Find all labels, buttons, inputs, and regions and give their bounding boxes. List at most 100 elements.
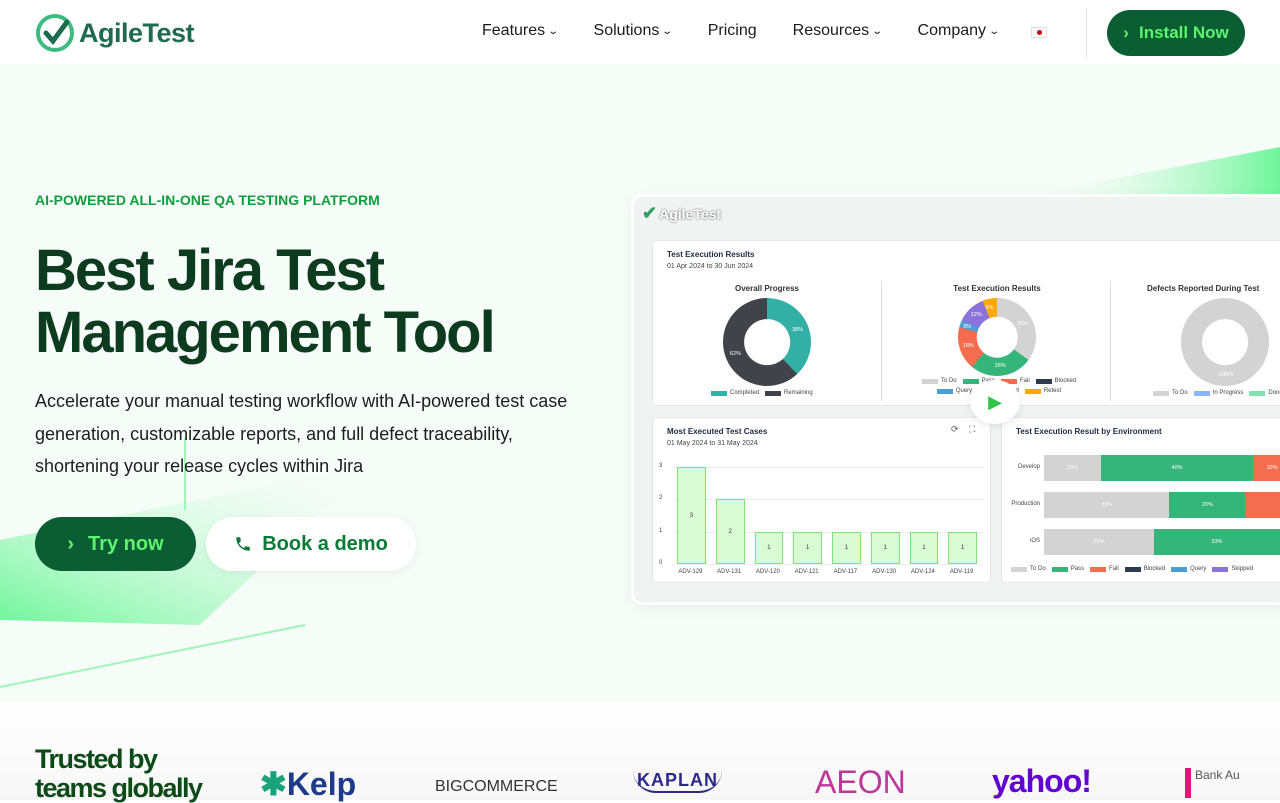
bar-value: 1: [806, 545, 809, 551]
bar-segment: 40%: [1101, 455, 1253, 481]
legend-swatch: [1036, 379, 1052, 384]
legend-swatch: [1011, 567, 1027, 572]
bar-segment: 33%: [1044, 492, 1169, 518]
stacked-bar: 29%33%17%4%: [1044, 529, 1280, 555]
bar: 1: [755, 532, 784, 564]
install-now-button[interactable]: ›Install Now: [1107, 10, 1245, 56]
legend-swatch: [1171, 567, 1187, 572]
bar-segment: 15%: [1044, 455, 1101, 481]
dashboard-logo: ✔ AgileTest: [642, 203, 721, 224]
kelp-logo: ✱Kelp: [260, 765, 356, 803]
y-tick: 1: [659, 528, 662, 534]
legend-label: To Do: [941, 378, 957, 384]
legend-item: In Progress: [1194, 390, 1244, 396]
legend-swatch: [1194, 391, 1210, 396]
legend-item: To Do: [1153, 390, 1188, 396]
bar-value: 1: [922, 545, 925, 551]
panel-date: 01 May 2024 to 31 May 2024: [667, 440, 758, 447]
dashboard-logo-text: AgileTest: [659, 206, 721, 222]
japan-flag-icon[interactable]: [1031, 27, 1047, 38]
nav-item-resources[interactable]: Resources⌄: [793, 22, 882, 40]
legend-label: Blocked: [1144, 566, 1165, 572]
legend-label: Query: [1190, 566, 1206, 572]
panel-title: Test Execution Results: [667, 250, 754, 259]
bar-value: 1: [767, 545, 770, 551]
legend-label: To Do: [1030, 566, 1046, 572]
legend-label: In Progress: [1213, 390, 1244, 396]
nav-label: Solutions: [594, 22, 660, 40]
slice-label: 26%: [995, 363, 1006, 369]
try-now-button[interactable]: › Try now: [35, 517, 196, 571]
x-tick: ADV-119: [942, 569, 982, 575]
main-nav: Features⌄Solutions⌄PricingResources⌄Comp…: [482, 22, 1034, 40]
y-tick: 0: [659, 560, 662, 566]
legend-label: Completed: [730, 390, 759, 396]
trusted-line: teams globally: [35, 774, 202, 803]
legend-item: Remaining: [765, 390, 813, 396]
defects-legend: To DoIn ProgressDone: [1153, 390, 1280, 396]
panel-title: Test Execution Result by Environment: [1016, 427, 1162, 436]
legend-swatch: [1153, 391, 1169, 396]
legend-item: Blocked: [1036, 378, 1076, 384]
bar-value: 2: [728, 529, 731, 535]
donut-title: Test Execution Results: [927, 284, 1067, 293]
bar: 1: [793, 532, 822, 564]
install-label: Install Now: [1139, 23, 1229, 43]
legend-label: Query: [956, 388, 972, 394]
try-label: Try now: [88, 533, 164, 556]
legend-item: To Do: [1011, 566, 1046, 572]
legend-item: To Do: [922, 378, 957, 384]
slice-label: 38%: [792, 327, 803, 333]
legend-swatch: [1052, 567, 1068, 572]
nav-label: Company: [918, 22, 986, 40]
by-environment-panel: Test Execution Result by Environment Dev…: [1001, 417, 1280, 583]
play-video-button[interactable]: ▶: [970, 380, 1020, 424]
chevron-down-icon: ⌄: [547, 26, 559, 37]
chevron-down-icon: ⌄: [988, 26, 1000, 37]
nav-item-features[interactable]: Features⌄: [482, 22, 558, 40]
book-demo-button[interactable]: Book a demo: [206, 517, 416, 571]
legend-item: Pass: [1052, 566, 1084, 572]
bar: 1: [910, 532, 939, 564]
bar: 3: [677, 467, 706, 564]
hero-eyebrow: AI-POWERED ALL-IN-ONE QA TESTING PLATFOR…: [35, 192, 380, 208]
agiletest-logo[interactable]: AgileTest: [35, 13, 194, 53]
overall-legend: Completed Remaining: [711, 390, 813, 396]
gridline: [673, 564, 983, 565]
slice-label: 18%: [963, 343, 974, 349]
nav-label: Pricing: [708, 22, 757, 40]
defects-donut: 100%: [1181, 298, 1269, 386]
dashboard-screenshot: ✔ AgileTest Test Execution Results 01 Ap…: [634, 197, 1280, 602]
bar: 1: [871, 532, 900, 564]
legend-item: Skipped: [1212, 566, 1253, 572]
row-label: iOS: [1002, 538, 1040, 544]
nav-item-solutions[interactable]: Solutions⌄: [594, 22, 672, 40]
slice-label: 3%: [963, 324, 971, 330]
legend-swatch: [1249, 391, 1265, 396]
refresh-icon[interactable]: ⟳: [951, 424, 959, 435]
legend-item: Retest: [1025, 388, 1061, 394]
donut-title: Defects Reported During Test: [1147, 284, 1259, 293]
nav-item-company[interactable]: Company⌄: [918, 22, 999, 40]
overall-progress-donut: 38%62%: [723, 298, 811, 386]
legend-swatch: [1212, 567, 1228, 572]
bar: 1: [948, 532, 977, 564]
slice-label: 35%: [1017, 321, 1028, 327]
legend-label: Blocked: [1055, 378, 1076, 384]
demo-label: Book a demo: [262, 533, 388, 556]
row-label: Production: [1002, 501, 1040, 507]
legend-swatch: [1125, 567, 1141, 572]
execution-results-donut: 35%26%18%3%12%6%: [958, 298, 1036, 376]
phone-icon: [234, 535, 252, 553]
stacked-bar: 33%20%27%7%: [1044, 492, 1280, 518]
x-tick: ADV-120: [748, 569, 788, 575]
title-line: Best Jira Test: [35, 240, 494, 302]
trusted-line: Trusted by: [35, 745, 202, 774]
legend-item: Query: [937, 388, 972, 394]
chevron-right-icon: ›: [67, 533, 74, 556]
x-tick: ADV-124: [903, 569, 943, 575]
bar: 2: [716, 499, 745, 564]
fullscreen-icon[interactable]: ⛶: [969, 424, 975, 435]
nav-label: Features: [482, 22, 545, 40]
nav-item-pricing[interactable]: Pricing: [708, 22, 757, 40]
